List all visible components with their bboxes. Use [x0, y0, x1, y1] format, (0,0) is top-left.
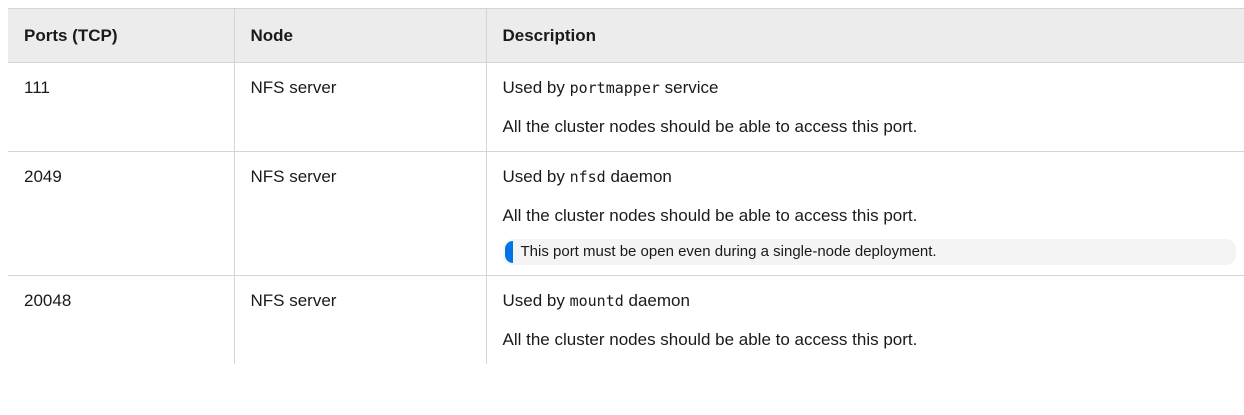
access-line: All the cluster nodes should be able to … — [502, 117, 918, 136]
usage-suffix: daemon — [623, 291, 690, 310]
table-header: Ports (TCP) Node Description — [8, 8, 1244, 63]
table-body: 111 NFS server Used by portmapper servic… — [8, 62, 1244, 365]
note-accent-bar — [504, 241, 513, 263]
description-cell: Used by mountd daemon All the cluster no… — [485, 275, 1244, 364]
node-value: NFS server — [250, 78, 337, 97]
port-cell: 111 — [8, 62, 234, 152]
usage-line: Used by portmapper service — [503, 77, 1244, 99]
access-line: All the cluster nodes should be able to … — [502, 330, 918, 349]
table-row: 20048 NFS server Used by mountd daemon A… — [8, 275, 1244, 365]
table-row: 2049 NFS server Used by nfsd daemon All … — [8, 151, 1244, 276]
port-value: 111 — [24, 78, 50, 97]
description-cell: Used by portmapper service All the clust… — [485, 62, 1244, 152]
usage-line: Used by nfsd daemon — [503, 166, 1244, 188]
service-name: nfsd — [569, 168, 606, 186]
port-cell: 20048 — [8, 276, 234, 365]
usage-suffix: daemon — [605, 167, 672, 186]
usage-prefix: Used by — [502, 78, 570, 97]
header-ports: Ports (TCP) — [8, 8, 234, 63]
node-value: NFS server — [250, 167, 337, 186]
node-cell: NFS server — [233, 62, 486, 152]
usage-prefix: Used by — [502, 167, 570, 186]
usage-line: Used by mountd daemon — [503, 290, 1244, 312]
port-cell: 2049 — [8, 151, 234, 276]
usage-suffix: service — [659, 78, 719, 97]
header-row: Ports (TCP) Node Description — [8, 8, 1244, 63]
description-cell: Used by nfsd daemon All the cluster node… — [485, 151, 1244, 276]
note-text: This port must be open even during a sin… — [520, 243, 937, 260]
port-value: 20048 — [24, 291, 72, 310]
header-description: Description — [485, 8, 1244, 63]
ports-table: Ports (TCP) Node Description 111 NFS ser… — [8, 8, 1244, 364]
usage-prefix: Used by — [502, 291, 570, 310]
service-name: mountd — [569, 292, 624, 310]
header-node: Node — [233, 8, 486, 63]
note-callout: This port must be open even during a sin… — [502, 239, 1236, 265]
table-row: 111 NFS server Used by portmapper servic… — [8, 62, 1244, 152]
service-name: portmapper — [569, 79, 660, 97]
node-cell: NFS server — [233, 275, 486, 364]
port-value: 2049 — [24, 167, 62, 186]
access-line: All the cluster nodes should be able to … — [502, 206, 918, 225]
node-cell: NFS server — [233, 151, 486, 276]
node-value: NFS server — [250, 291, 337, 310]
